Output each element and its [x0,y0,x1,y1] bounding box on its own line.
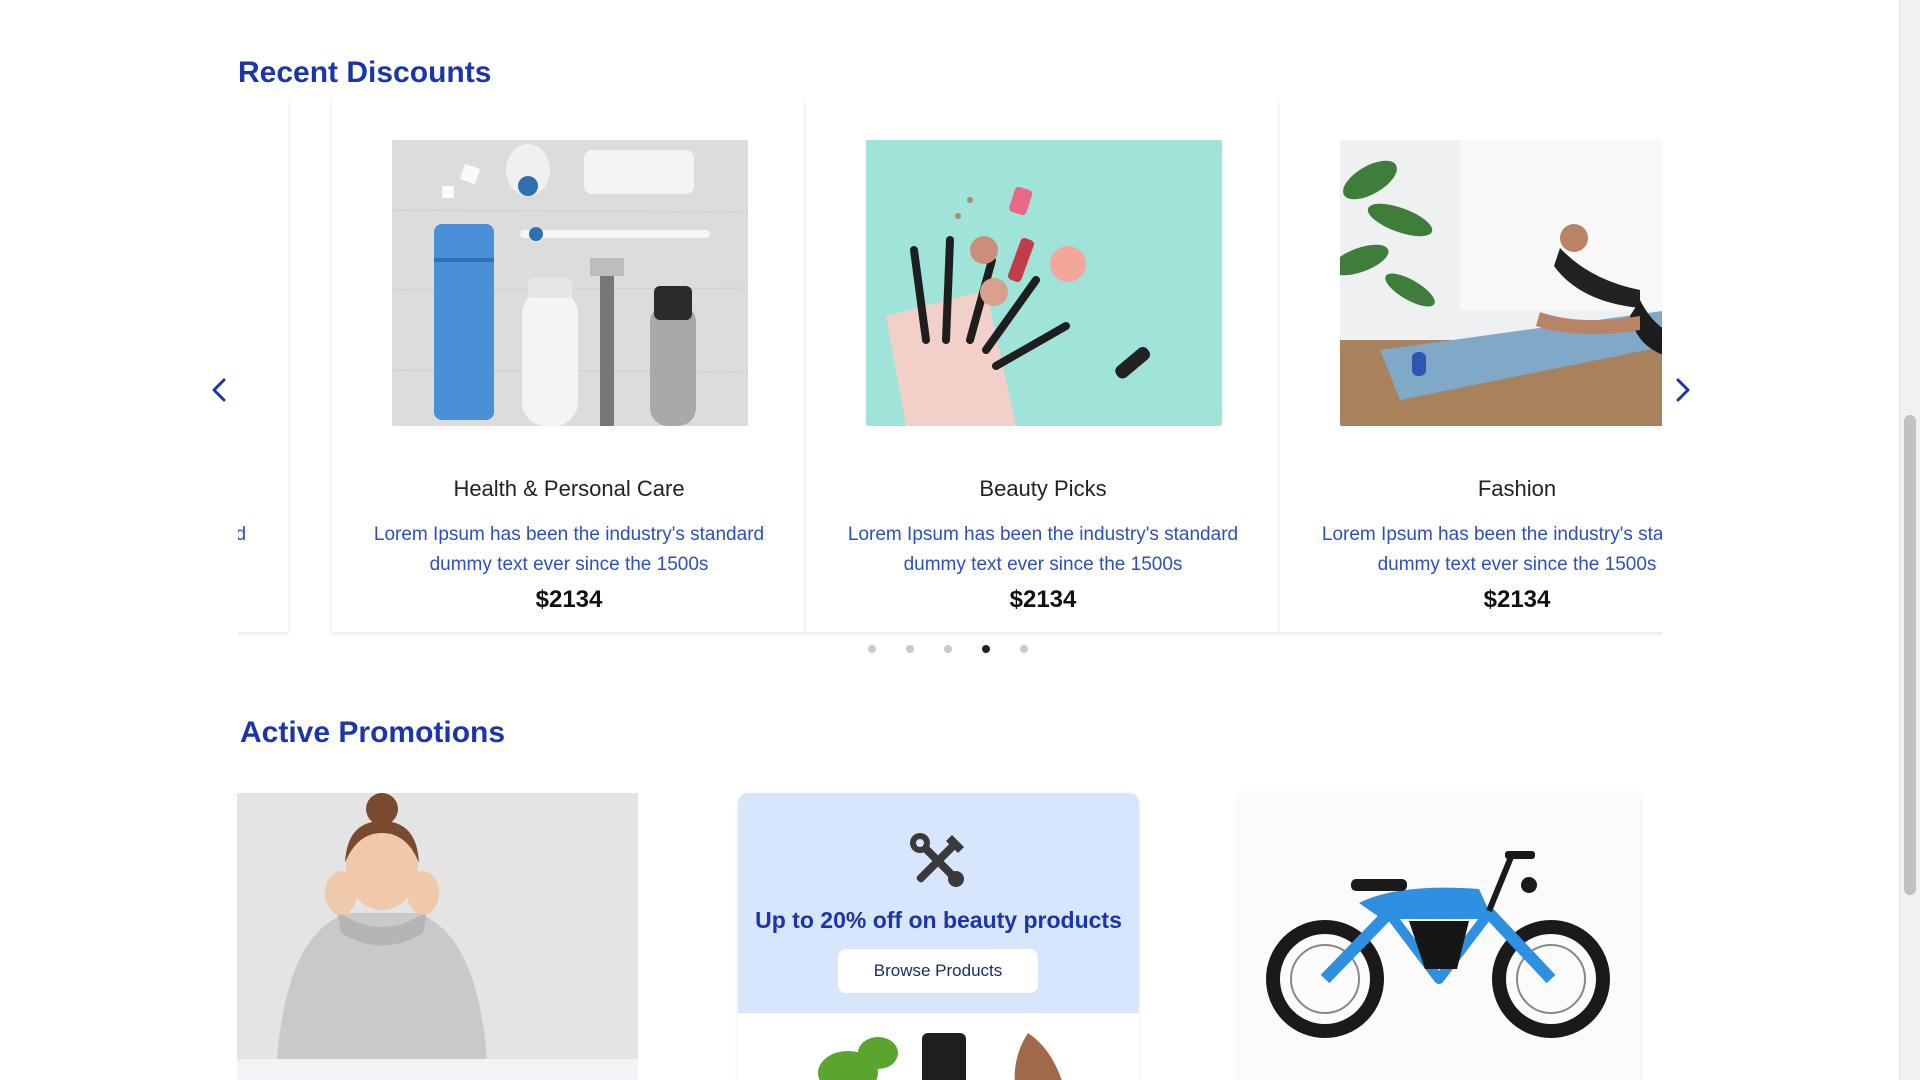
card-title: Beauty Picks [979,476,1107,501]
chevron-right-icon[interactable] [1668,370,1696,410]
card-price: $2134 [1009,586,1077,613]
card-description: Lorem Ipsum has been the industry's stan… [1321,524,1662,575]
promo-card-fashion-model[interactable] [237,793,638,1080]
promo-text: Up to 20% off on beauty products [755,907,1122,933]
promo-image [237,793,638,1080]
promo-card-ebike[interactable] [1239,793,1640,1080]
page: Recent Discounts Lorem Ipsum has been th… [0,0,1900,1080]
promo-image [1239,793,1640,1080]
chevron-left-icon[interactable] [206,370,234,410]
card-image [392,140,748,426]
card-description: Lorem Ipsum has been the industry's stan… [373,524,765,575]
carousel-dot-3[interactable] [944,645,952,653]
carousel-dots [868,645,1028,653]
card-image [1340,140,1662,426]
carousel-dot-5[interactable] [1020,645,1028,653]
promo-card-beauty-discount[interactable]: Up to 20% off on beauty products Browse … [738,793,1139,1080]
card-price: $2134 [535,586,603,613]
carousel-dot-4[interactable] [982,645,990,653]
active-promotions-title: Active Promotions [240,716,506,749]
promo-image [738,1013,1139,1080]
carousel-dot-1[interactable] [868,645,876,653]
discount-card-fashion[interactable]: Fashion Lorem Ipsum has been the industr… [1280,96,1662,632]
card-description: Lorem Ipsum has been the industry's stan… [238,524,247,545]
scrollbar-thumb[interactable] [1904,415,1916,895]
card-description: Lorem Ipsum has been the industry's stan… [847,524,1239,575]
carousel-dot-2[interactable] [906,645,914,653]
discount-card[interactable]: Lorem Ipsum has been the industry's stan… [238,96,288,632]
card-image [866,140,1222,426]
vertical-scrollbar[interactable] [1899,0,1920,1080]
tools-icon [908,831,968,891]
card-price: $2134 [1483,586,1551,613]
discount-carousel: Lorem Ipsum has been the industry's stan… [238,96,1662,636]
discount-card-beauty-picks[interactable]: Beauty Picks Lorem Ipsum has been the in… [806,96,1280,632]
recent-discounts-title: Recent Discounts [238,56,492,89]
discount-card-health-personal-care[interactable]: Health & Personal Care Lorem Ipsum has b… [332,96,806,632]
browse-products-button[interactable]: Browse Products [838,949,1038,993]
card-title: Health & Personal Care [453,476,685,501]
card-title: Fashion [1477,476,1557,501]
